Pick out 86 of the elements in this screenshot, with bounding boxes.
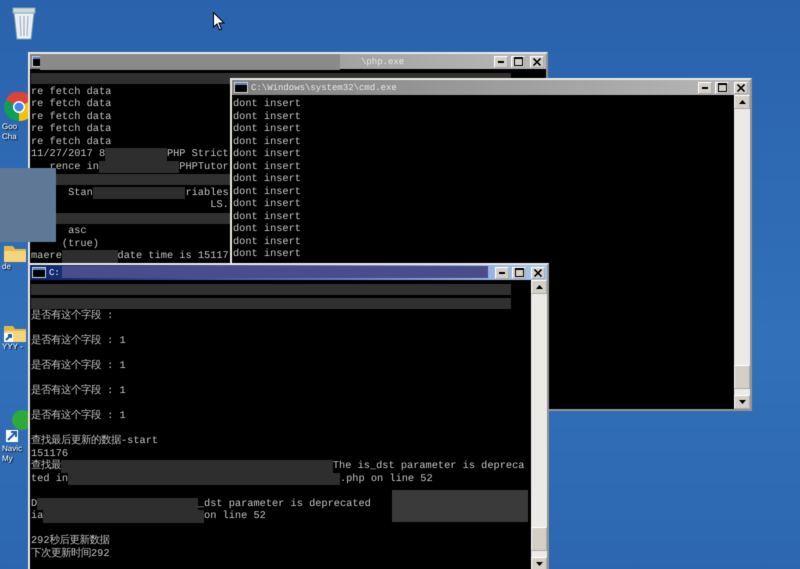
console-text: dont insert: [233, 210, 301, 223]
console-text: 查找最: [31, 460, 61, 472]
console-text: D: [31, 498, 38, 510]
console-text: LS.: [210, 199, 229, 212]
console-text: dont insert: [233, 223, 301, 236]
close-icon: [533, 58, 541, 66]
console-text: re fetch data: [31, 110, 112, 123]
icon-label[interactable]: de: [2, 262, 11, 272]
scrollbar-thumb[interactable]: [734, 365, 750, 389]
console-app-icon: [32, 267, 46, 278]
close-button[interactable]: [531, 266, 545, 278]
close-icon: [534, 268, 542, 276]
icon-label[interactable]: Cha: [2, 132, 17, 142]
window-title: \php.exe: [361, 56, 404, 66]
console-text: 是否有这个字段 :: [31, 310, 114, 322]
console-text: 11/27/2017 8: [31, 148, 106, 160]
console-text: 151176: [31, 448, 68, 460]
console-text: dont insert: [233, 148, 301, 160]
console-text: dont insert: [233, 236, 301, 248]
close-button[interactable]: [734, 82, 748, 94]
console-text: dont insert: [233, 248, 301, 260]
console-text: dont insert: [233, 160, 301, 173]
maximize-icon: [718, 83, 726, 92]
console-text: 是否有这个字段 : 1: [31, 335, 126, 348]
window-title: C:\Windows\system32\cmd.exe: [251, 82, 397, 92]
console-text: dont insert: [233, 98, 301, 110]
console-text: _dst parameter is deprecated: [198, 498, 371, 510]
console-text: date time is 15117: [118, 250, 229, 262]
icon-label[interactable]: My: [2, 454, 13, 464]
console-text: PHPTutor: [179, 160, 229, 173]
maximize-button[interactable]: [715, 82, 729, 94]
console-text: dont insert: [233, 173, 301, 186]
vertical-scrollbar[interactable]: [531, 280, 547, 569]
console-text: The is_dst parameter is depreca: [332, 460, 524, 472]
console-text: (true): [62, 238, 99, 250]
icon-label[interactable]: YYY -: [2, 342, 23, 352]
close-icon: [737, 84, 745, 92]
console-text: maere: [31, 250, 62, 262]
console-text: 292秒后更新数据: [31, 535, 110, 547]
window-title: C:: [49, 268, 60, 278]
app-shortcut-icon[interactable]: [4, 410, 28, 444]
console-text: ted in: [31, 472, 68, 485]
console-text: dont insert: [233, 110, 301, 123]
console-text: PHP Strict: [166, 148, 229, 160]
maximize-icon: [514, 57, 522, 66]
minimize-icon: [498, 60, 504, 62]
console-text: asc: [68, 225, 87, 238]
console-text: 是否有这个字段 : 1: [31, 360, 126, 372]
console-text: .php on line 52: [340, 472, 433, 485]
maximize-icon: [514, 268, 524, 277]
icon-label[interactable]: Navic: [2, 444, 22, 454]
console-text: dont insert: [233, 198, 301, 210]
console-text: 是否有这个字段 : 1: [31, 410, 126, 422]
console-text: 查找最后更新的数据-start: [31, 435, 158, 448]
console-text: dont insert: [233, 123, 301, 136]
blurred-area: [105, 148, 167, 160]
console-text: dont insert: [233, 186, 301, 198]
folder-icon[interactable]: [4, 246, 26, 262]
console-text: 下次更新时间292: [31, 548, 110, 560]
console-text: dont insert: [233, 136, 301, 148]
vertical-scrollbar[interactable]: [734, 95, 750, 409]
console-text: riables: [185, 186, 229, 199]
minimize-icon: [702, 86, 708, 88]
close-button[interactable]: [530, 56, 544, 68]
scrollbar-thumb[interactable]: [531, 527, 547, 551]
minimize-button[interactable]: [495, 266, 509, 278]
minimize-icon: [499, 272, 505, 274]
maximize-button[interactable]: [512, 266, 526, 278]
folder-shortcut-icon[interactable]: [4, 326, 26, 342]
console-text: rence in: [50, 160, 99, 173]
console-text: 是否有这个字段 : 1: [31, 385, 126, 398]
mouse-pointer-icon: [213, 12, 225, 31]
console-text: re fetch data: [31, 123, 112, 136]
minimize-button[interactable]: [494, 56, 508, 68]
blurred-area: [62, 250, 118, 262]
recycle-bin-icon[interactable]: [10, 6, 38, 40]
console-text: Stan: [68, 186, 93, 199]
console-text: re fetch data: [31, 98, 112, 110]
console-app-icon: [234, 82, 248, 93]
maximize-button[interactable]: [511, 56, 525, 68]
console-text: re fetch data: [31, 86, 112, 98]
console-text: re fetch data: [31, 136, 112, 148]
console-text: on line 52: [204, 510, 266, 522]
minimize-button[interactable]: [698, 82, 712, 94]
icon-label[interactable]: Goo: [2, 122, 18, 132]
console-text: ia: [31, 510, 44, 522]
